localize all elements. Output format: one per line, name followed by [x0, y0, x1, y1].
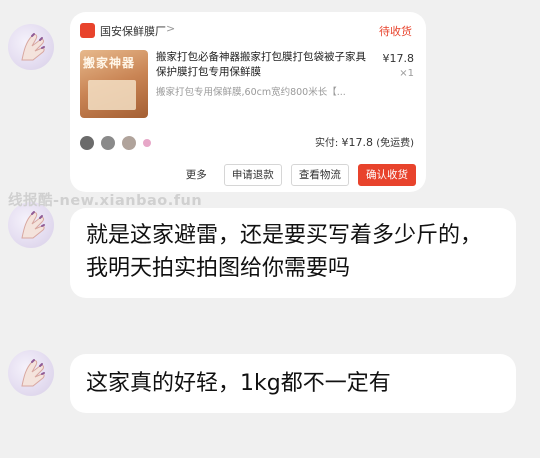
watermark: 线报酷-new.xianbao.fun [8, 193, 203, 209]
chevron-right-icon: > [166, 22, 176, 35]
paid-label: 实付: [314, 138, 339, 149]
hand-icon [21, 359, 45, 387]
message-text: 就是这家避雷，还是要买写着多少斤的，我明天拍实拍图给你需要吗 [86, 223, 483, 281]
refund-button[interactable]: 申请退款 [223, 164, 282, 186]
avatar[interactable] [8, 350, 54, 396]
product-title[interactable]: 搬家打包必备神器搬家打包膜打包袋被子家具保护膜打包专用保鲜膜 [156, 50, 376, 80]
message-bubble[interactable]: 就是这家避雷，还是要买写着多少斤的，我明天拍实拍图给你需要吗 [70, 208, 516, 298]
service-icons [80, 132, 153, 150]
shop-row[interactable]: 国安保鲜膜厂 > 待收货 [80, 22, 416, 40]
more-button[interactable]: 更多 [177, 164, 215, 186]
avatar[interactable] [8, 24, 54, 70]
product-spec: 搬家打包专用保鲜膜,60cm宽约800米长【... [156, 87, 346, 98]
paid-note: (免运费) [376, 138, 414, 149]
service-badge-icon [143, 138, 152, 147]
product-image[interactable]: 搬家神器 [80, 50, 148, 118]
product-price: ¥17.8 [382, 52, 415, 65]
service-badge-icon [101, 135, 116, 150]
confirm-receipt-button[interactable]: 确认收货 [358, 164, 416, 186]
service-badge-icon [80, 135, 94, 150]
logistics-button[interactable]: 查看物流 [290, 164, 349, 186]
message-text: 这家真的好轻，1kg都不一定有 [86, 371, 391, 396]
paid-amount: ¥17.8 [341, 136, 374, 149]
hand-icon [21, 33, 45, 61]
order-card[interactable]: 国安保鲜膜厂 > 待收货 搬家神器 搬家打包必备神器搬家打包膜打包袋被子家具保护… [70, 12, 426, 192]
product-image-box [88, 80, 136, 110]
message-bubble[interactable]: 这家真的好轻，1kg都不一定有 [70, 354, 516, 413]
order-actions: 更多 申请退款 查看物流 确认收货 [174, 164, 416, 186]
product-quantity: ×1 [399, 68, 414, 79]
product-image-text: 搬家神器 [83, 56, 136, 70]
shop-name[interactable]: 国安保鲜膜厂 [100, 23, 166, 39]
shop-logo-icon [80, 23, 95, 38]
paid-row: 实付: ¥17.8 (免运费) [315, 134, 414, 149]
order-status: 待收货 [379, 25, 412, 38]
service-badge-icon [122, 135, 137, 150]
